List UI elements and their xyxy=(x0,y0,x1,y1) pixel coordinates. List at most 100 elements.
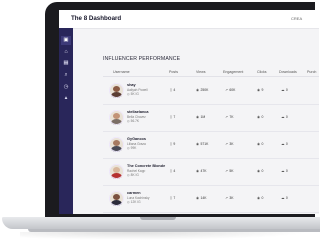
downloads-cell: ☁ 0 xyxy=(281,115,288,119)
downloads-value: 0 xyxy=(285,142,288,146)
column-header-purchases[interactable]: Purch xyxy=(307,70,316,74)
engagement-icon: ↗ xyxy=(225,142,228,146)
clicks-value: 0 xyxy=(261,115,264,119)
follower-count: ◎ 8K IG xyxy=(127,173,139,177)
clicks-cell: ◉ 0 xyxy=(257,142,263,146)
posts-value: 7 xyxy=(173,196,176,200)
views-icon: ◉ xyxy=(196,142,199,146)
engagement-value: 3K xyxy=(229,142,234,146)
posts-cell: ▯ 4 xyxy=(170,88,175,92)
posts-cell: ▯ 4 xyxy=(170,169,175,173)
sidebar: ▣ ⌂ ▦ ⌕ ◷ ▴ xyxy=(59,28,73,214)
downloads-cell: ☁ 0 xyxy=(281,88,288,92)
posts-icon: ▯ xyxy=(170,169,172,173)
posts-value: 7 xyxy=(173,115,176,119)
views-icon: ◉ xyxy=(196,169,199,173)
laptop-mockup: The 8 Dashboard CREA ▣ ⌂ ▦ ⌕ ◷ ▴ INFLUENCER P… xyxy=(0,0,320,244)
downloads-icon: ☁ xyxy=(281,88,285,92)
username[interactable]: carmen xyxy=(127,191,141,195)
posts-icon: ▯ xyxy=(170,196,172,200)
table-row[interactable]: shay Aaliyah Powell ◎ 5K IG ▯ 4 ◉ 250K ↗ 60K ◉ 9 ☁ 0 xyxy=(103,78,319,105)
engagement-value: 5K xyxy=(229,169,234,173)
posts-value: 4 xyxy=(173,169,176,173)
views-value: 1M xyxy=(200,115,206,119)
posts-value: 4 xyxy=(173,88,176,92)
avatar xyxy=(109,83,124,98)
home-icon[interactable]: ⌂ xyxy=(61,48,71,57)
table-row[interactable]: The Concrete Blonde Rachel Kapp ◎ 8K IG ▯ 4 ◉… xyxy=(103,159,319,186)
clicks-cell: ◉ 0 xyxy=(257,115,263,119)
clicks-cell: ◉ 0 xyxy=(257,196,263,200)
downloads-value: 0 xyxy=(285,88,288,92)
clicks-icon: ◉ xyxy=(257,142,260,146)
clicks-icon: ◉ xyxy=(257,115,260,119)
column-header-posts[interactable]: Posts xyxy=(169,70,178,74)
engagement-value: 7K xyxy=(229,115,234,119)
clicks-value: 9 xyxy=(261,88,264,92)
downloads-cell: ☁ 0 xyxy=(281,169,288,173)
views-cell: ◉ 47K xyxy=(196,169,207,173)
table-row[interactable]: GyGancos Liliana Graza ◎ 99K ▯ 9 ◉ 571K ↗ 3K ◉ 0 ☁ 0 xyxy=(103,132,319,159)
downloads-icon: ☁ xyxy=(281,115,285,119)
views-cell: ◉ 571K xyxy=(196,142,208,146)
follower-count: ◎ 12K IG xyxy=(127,200,141,204)
column-header-username[interactable]: Username xyxy=(113,70,130,74)
views-value: 571K xyxy=(200,142,209,146)
column-header-downloads[interactable]: Downloads xyxy=(279,70,297,74)
posts-icon: ▯ xyxy=(170,88,172,92)
downloads-value: 0 xyxy=(285,169,288,173)
posts-icon: ▯ xyxy=(170,115,172,119)
avatar xyxy=(109,191,124,206)
engagement-value: 3K xyxy=(229,196,234,200)
calendar-icon[interactable]: ▣ xyxy=(61,36,71,45)
follower-count: ◎ 56.7K xyxy=(127,119,139,123)
chart-icon[interactable]: ▴ xyxy=(61,94,71,103)
posts-cell: ▯ 7 xyxy=(170,115,175,119)
topbar-right-label[interactable]: CREA xyxy=(291,16,302,21)
table-row[interactable]: carmen Luna Kachinsky ◎ 12K IG ▯ 7 ◉ 14K ↗ 3K ◉ 0 ☁… xyxy=(103,186,319,213)
column-header-views[interactable]: Views xyxy=(196,70,206,74)
posts-cell: ▯ 7 xyxy=(170,196,175,200)
username[interactable]: GyGancos xyxy=(127,137,146,141)
views-cell: ◉ 250K xyxy=(196,88,208,92)
follower-count: ◎ 5K IG xyxy=(127,92,139,96)
downloads-cell: ☁ 0 xyxy=(281,196,288,200)
table-row[interactable]: stellaelanca Bella Chavez ◎ 56.7K ▯ 7 ◉ 1M ↗ 7K ◉… xyxy=(103,105,319,132)
clock-icon[interactable]: ◷ xyxy=(61,83,71,92)
views-icon: ◉ xyxy=(196,196,199,200)
views-value: 14K xyxy=(200,196,207,200)
downloads-icon: ☁ xyxy=(281,196,285,200)
posts-cell: ▯ 9 xyxy=(170,142,175,146)
posts-icon: ▯ xyxy=(170,142,172,146)
top-bar: The 8 Dashboard CREA xyxy=(59,10,319,29)
laptop-base-lip xyxy=(28,229,320,232)
avatar xyxy=(109,110,124,125)
search-icon[interactable]: ⌕ xyxy=(61,71,71,80)
column-header-clicks[interactable]: Clicks xyxy=(257,70,267,74)
engagement-value: 60K xyxy=(229,88,236,92)
views-cell: ◉ 14K xyxy=(196,196,207,200)
follower-count: ◎ 99K xyxy=(127,146,137,150)
posts-value: 9 xyxy=(173,142,176,146)
username[interactable]: The Concrete Blonde xyxy=(127,164,165,168)
engagement-icon: ↗ xyxy=(225,196,228,200)
engagement-icon: ↗ xyxy=(225,169,228,173)
username[interactable]: stellaelanca xyxy=(127,110,149,114)
engagement-cell: ↗ 7K xyxy=(225,115,234,119)
views-icon: ◉ xyxy=(196,88,199,92)
column-header-engagement[interactable]: Engagement xyxy=(223,70,243,74)
clicks-icon: ◉ xyxy=(257,196,260,200)
clicks-value: 0 xyxy=(261,196,264,200)
clicks-cell: ◉ 9 xyxy=(257,88,263,92)
views-icon: ◉ xyxy=(196,115,199,119)
views-cell: ◉ 1M xyxy=(196,115,205,119)
downloads-icon: ☁ xyxy=(281,142,285,146)
clicks-value: 0 xyxy=(261,142,264,146)
app-title: The 8 Dashboard xyxy=(71,15,122,22)
views-value: 47K xyxy=(200,169,207,173)
views-value: 250K xyxy=(200,88,209,92)
grid-icon[interactable]: ▦ xyxy=(61,59,71,68)
avatar xyxy=(109,137,124,152)
username[interactable]: shay xyxy=(127,83,136,87)
header-divider xyxy=(103,76,319,77)
